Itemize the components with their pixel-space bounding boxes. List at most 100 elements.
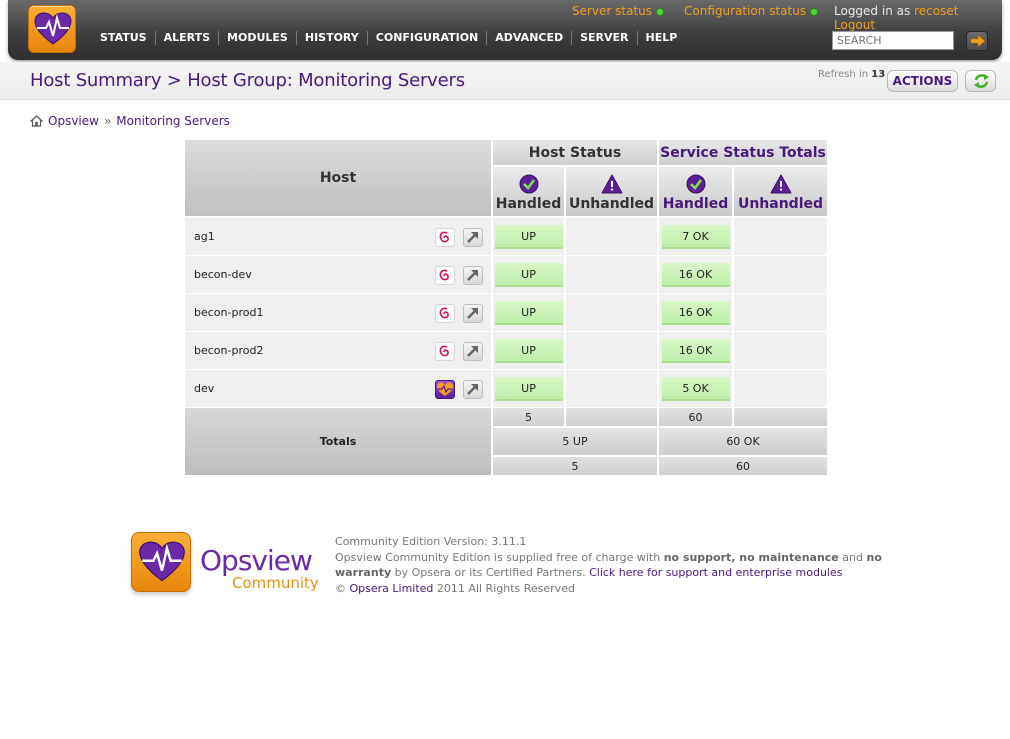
breadcrumb-opsview[interactable]: Opsview bbox=[48, 114, 99, 128]
debian-icon bbox=[435, 266, 455, 285]
host-status-header: Host Status bbox=[493, 140, 657, 167]
nav-help[interactable]: HELP bbox=[638, 31, 686, 45]
table-row: dev UP 5 OK bbox=[185, 370, 827, 408]
nav-advanced[interactable]: ADVANCED bbox=[487, 31, 573, 45]
footer-text: Community Edition Version: 3.11.1 Opsvie… bbox=[335, 534, 895, 596]
service-handled-cell: 16 OK bbox=[659, 332, 732, 370]
page-title: Host Summary > Host Group: Monitoring Se… bbox=[30, 70, 465, 91]
breadcrumb-monitoring-servers[interactable]: Monitoring Servers bbox=[116, 114, 230, 128]
copyright-text: 2011 All Rights Reserved bbox=[436, 581, 575, 595]
opsera-link[interactable]: Opsera Limited bbox=[350, 582, 434, 595]
configuration-status-link[interactable]: Configuration status bbox=[684, 4, 819, 18]
heart-monitor-icon bbox=[131, 532, 191, 592]
host-handled-header[interactable]: Handled bbox=[493, 167, 564, 218]
table-row: becon-dev UP 16 OK bbox=[185, 256, 827, 294]
host-cell: ag1 bbox=[185, 218, 491, 256]
title-bar: Host Summary > Host Group: Monitoring Se… bbox=[0, 62, 1010, 100]
host-unhandled-header[interactable]: Unhandled bbox=[566, 167, 657, 218]
service-handled-label: Handled bbox=[662, 196, 729, 212]
external-link-icon[interactable] bbox=[463, 304, 483, 323]
logout-link[interactable]: Logout bbox=[834, 18, 875, 32]
service-grand-total[interactable]: 60 bbox=[659, 457, 827, 477]
refresh-button[interactable] bbox=[965, 70, 996, 92]
service-ok-status[interactable]: 7 OK bbox=[661, 224, 730, 249]
host-up-status[interactable]: UP bbox=[494, 300, 563, 325]
host-unhandled-cell bbox=[566, 218, 657, 256]
nav-server[interactable]: SERVER bbox=[572, 31, 638, 45]
host-up-status[interactable]: UP bbox=[494, 262, 563, 287]
host-summary-table: Host Host Status Service Status Totals H… bbox=[183, 140, 829, 477]
host-handled-cell: UP bbox=[493, 370, 564, 408]
external-link-icon[interactable] bbox=[463, 342, 483, 361]
host-status-total[interactable]: 5 UP bbox=[493, 428, 657, 457]
service-status-total[interactable]: 60 OK bbox=[659, 428, 827, 457]
search-submit-button[interactable] bbox=[966, 31, 988, 51]
warning-icon bbox=[601, 174, 622, 194]
debian-icon bbox=[435, 228, 455, 247]
service-status-totals-header: Service Status Totals bbox=[659, 140, 827, 167]
username-link[interactable]: recoset bbox=[914, 4, 958, 18]
warning-icon bbox=[770, 174, 791, 194]
service-ok-status[interactable]: 16 OK bbox=[661, 338, 730, 363]
service-handled-total[interactable]: 60 bbox=[659, 408, 732, 428]
nav-status[interactable]: STATUS bbox=[92, 31, 156, 45]
host-name-link[interactable]: becon-dev bbox=[194, 268, 252, 281]
totals-label: Totals bbox=[185, 408, 491, 477]
footer-brand-name: Opsview bbox=[200, 544, 313, 577]
service-unhandled-header[interactable]: Unhandled bbox=[734, 167, 827, 218]
host-up-status[interactable]: UP bbox=[494, 224, 563, 249]
arrow-right-icon bbox=[970, 34, 986, 48]
table-row: becon-prod2 UP 16 OK bbox=[185, 332, 827, 370]
support-link[interactable]: Click here for support and enterprise mo… bbox=[589, 566, 842, 579]
version-text: Community Edition Version: 3.11.1 bbox=[335, 535, 527, 548]
service-ok-status[interactable]: 16 OK bbox=[661, 262, 730, 287]
host-name-link[interactable]: becon-prod1 bbox=[194, 306, 263, 319]
opsview-logo[interactable] bbox=[28, 5, 76, 53]
table-row: ag1 UP 7 OK bbox=[185, 218, 827, 256]
service-unhandled-cell bbox=[734, 332, 827, 370]
host-up-status[interactable]: UP bbox=[494, 338, 563, 363]
search-input[interactable] bbox=[832, 31, 954, 50]
server-status-label: Server status bbox=[572, 4, 653, 18]
host-name-link[interactable]: dev bbox=[194, 382, 214, 395]
host-unhandled-cell bbox=[566, 294, 657, 332]
nav-history[interactable]: HISTORY bbox=[297, 31, 368, 45]
nav-alerts[interactable]: ALERTS bbox=[156, 31, 220, 45]
nav-configuration[interactable]: CONFIGURATION bbox=[368, 31, 488, 45]
service-handled-cell: 5 OK bbox=[659, 370, 732, 408]
configuration-status-label: Configuration status bbox=[684, 4, 807, 18]
breadcrumb-separator: » bbox=[103, 114, 112, 128]
external-link-icon[interactable] bbox=[463, 228, 483, 247]
notice-text: and bbox=[842, 550, 863, 564]
host-grand-total[interactable]: 5 bbox=[493, 457, 657, 477]
host-name-link[interactable]: ag1 bbox=[194, 230, 215, 243]
host-handled-total[interactable]: 5 bbox=[493, 408, 564, 428]
host-up-status[interactable]: UP bbox=[494, 376, 563, 401]
totals-handled-row: Totals 5 60 bbox=[185, 408, 827, 477]
service-ok-status[interactable]: 5 OK bbox=[661, 376, 730, 401]
logged-in-label: Logged in as bbox=[834, 4, 911, 18]
refresh-label: Refresh in bbox=[818, 69, 869, 80]
server-status-indicator bbox=[656, 7, 665, 16]
server-status-link[interactable]: Server status bbox=[572, 4, 665, 18]
service-unhandled-cell bbox=[734, 256, 827, 294]
actions-button[interactable]: ACTIONS bbox=[887, 70, 958, 92]
service-unhandled-cell bbox=[734, 218, 827, 256]
host-unhandled-label: Unhandled bbox=[568, 196, 655, 212]
footer-brand-sub: Community bbox=[232, 574, 319, 592]
external-link-icon[interactable] bbox=[463, 380, 483, 399]
host-unhandled-cell bbox=[566, 370, 657, 408]
breadcrumb: Opsview » Monitoring Servers bbox=[30, 114, 230, 128]
debian-icon bbox=[435, 304, 455, 323]
service-handled-header[interactable]: Handled bbox=[659, 167, 732, 218]
refresh-seconds: 13 bbox=[871, 69, 886, 80]
host-name-link[interactable]: becon-prod2 bbox=[194, 344, 263, 357]
opsview-community-logo[interactable]: Opsview Community bbox=[124, 530, 324, 600]
host-column-header[interactable]: Host bbox=[185, 140, 491, 218]
external-link-icon[interactable] bbox=[463, 266, 483, 285]
notice-bold: no support, no maintenance bbox=[663, 550, 839, 564]
home-icon[interactable] bbox=[30, 115, 43, 127]
service-ok-status[interactable]: 16 OK bbox=[661, 300, 730, 325]
nav-modules[interactable]: MODULES bbox=[219, 31, 297, 45]
service-handled-cell: 16 OK bbox=[659, 256, 732, 294]
